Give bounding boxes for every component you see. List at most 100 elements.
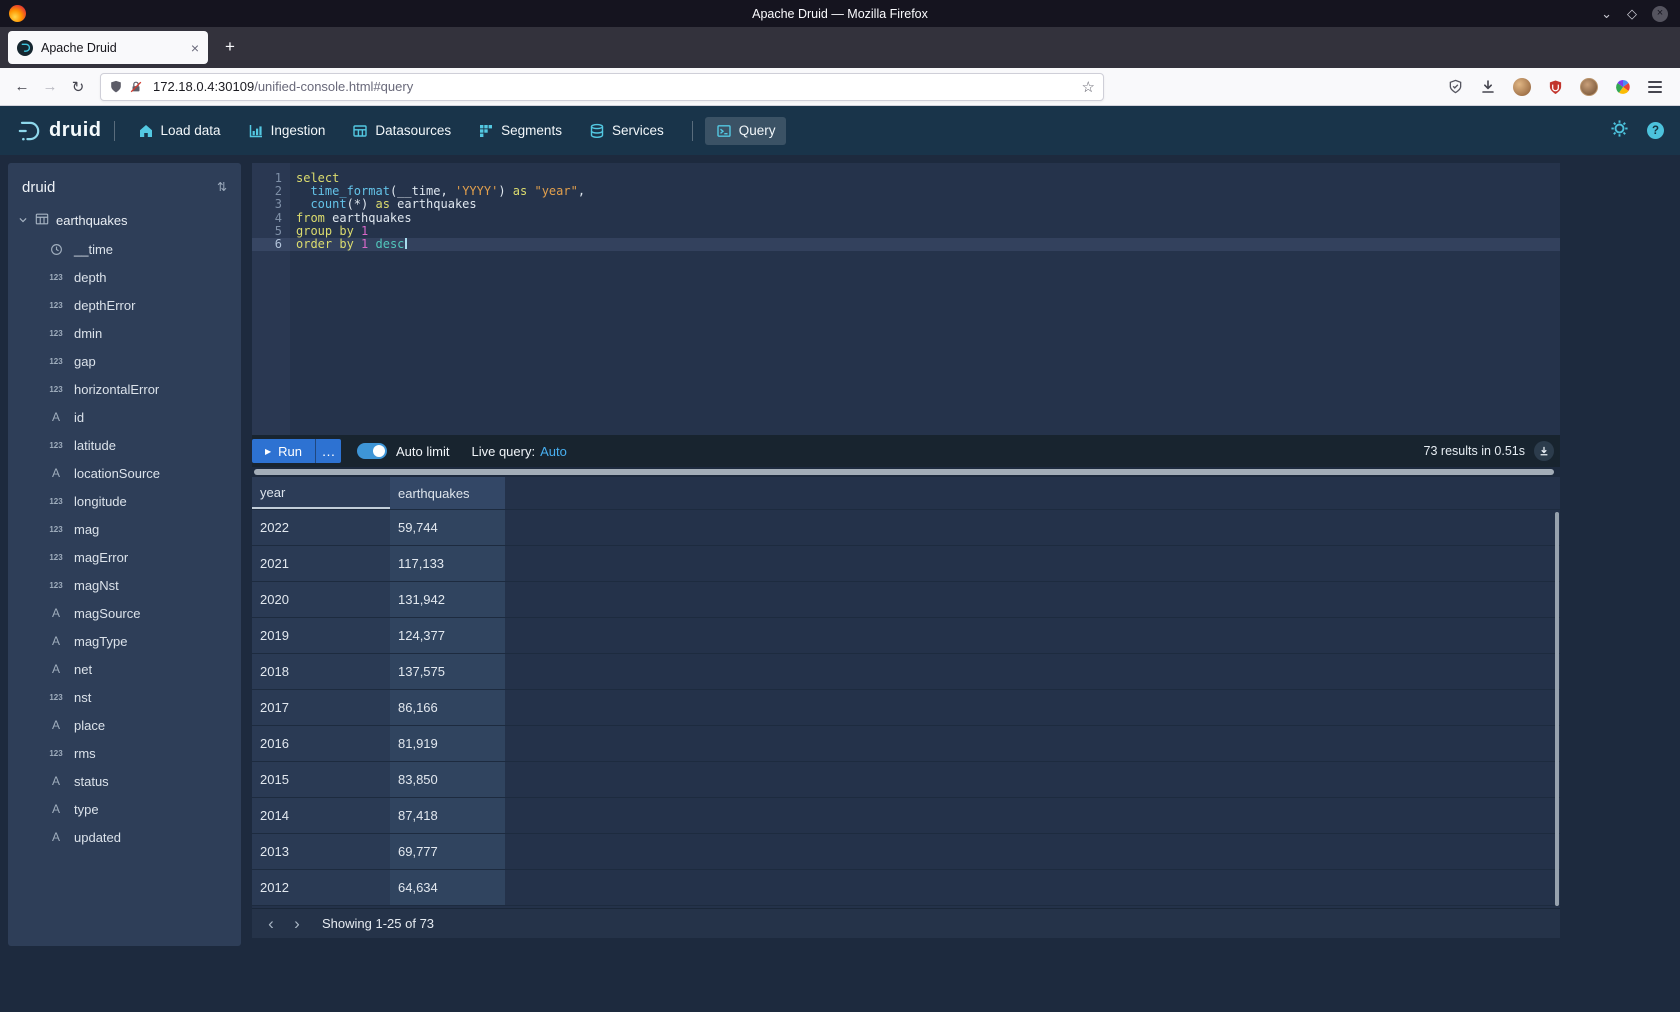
- column-item-gap[interactable]: 123gap: [8, 347, 241, 375]
- segments-icon: [478, 123, 494, 139]
- bookmark-star-icon[interactable]: ☆: [1082, 78, 1095, 96]
- cell-earthquakes[interactable]: 124,377: [390, 618, 505, 653]
- reload-button[interactable]: ↻: [64, 73, 92, 101]
- cell-year[interactable]: 2022: [252, 510, 390, 545]
- results-header: year earthquakes: [252, 477, 1560, 510]
- column-item-rms[interactable]: 123rms: [8, 739, 241, 767]
- window-close-button[interactable]: ×: [1652, 6, 1668, 22]
- horizontal-scrollbar-thumb[interactable]: [254, 469, 1554, 475]
- cell-earthquakes[interactable]: 131,942: [390, 582, 505, 617]
- nav-load-data[interactable]: Load data: [127, 117, 232, 145]
- tab-close-icon[interactable]: ×: [191, 40, 199, 56]
- column-item-locationSource[interactable]: AlocationSource: [8, 459, 241, 487]
- tab-apache-druid[interactable]: Apache Druid ×: [8, 31, 208, 64]
- cell-earthquakes[interactable]: 137,575: [390, 654, 505, 689]
- column-item-status[interactable]: Astatus: [8, 767, 241, 795]
- tracking-shield-icon[interactable]: [109, 79, 123, 94]
- column-header-earthquakes[interactable]: earthquakes: [390, 477, 505, 509]
- column-name: id: [74, 410, 84, 425]
- datasource-item-earthquakes[interactable]: earthquakes: [8, 205, 241, 235]
- shield-check-extension-icon[interactable]: [1448, 79, 1463, 94]
- download-results-icon[interactable]: [1534, 441, 1554, 461]
- code-line-5: group by 1: [290, 225, 1560, 238]
- settings-gear-icon[interactable]: [1610, 119, 1629, 143]
- downloads-icon[interactable]: [1480, 79, 1496, 95]
- cell-year[interactable]: 2020: [252, 582, 390, 617]
- ublock-shield-icon[interactable]: [1548, 79, 1563, 95]
- cell-year[interactable]: 2015: [252, 762, 390, 797]
- column-item-id[interactable]: Aid: [8, 403, 241, 431]
- nav-query[interactable]: Query: [705, 117, 787, 145]
- column-item-depth[interactable]: 123depth: [8, 263, 241, 291]
- druid-logo[interactable]: druid: [16, 118, 102, 144]
- column-item-updated[interactable]: Aupdated: [8, 823, 241, 851]
- cell-earthquakes[interactable]: 64,634: [390, 870, 505, 905]
- cell-earthquakes[interactable]: 86,166: [390, 690, 505, 725]
- help-icon[interactable]: ?: [1647, 122, 1664, 139]
- column-item-place[interactable]: Aplace: [8, 711, 241, 739]
- cell-year[interactable]: 2021: [252, 546, 390, 581]
- column-item-magNst[interactable]: 123magNst: [8, 571, 241, 599]
- pinwheel-extension-icon[interactable]: [1615, 79, 1631, 95]
- sort-columns-icon[interactable]: ⇅: [217, 180, 227, 194]
- column-item-nst[interactable]: 123nst: [8, 683, 241, 711]
- column-item-type[interactable]: Atype: [8, 795, 241, 823]
- cell-earthquakes[interactable]: 59,744: [390, 510, 505, 545]
- column-item-__time[interactable]: __time: [8, 235, 241, 263]
- auto-limit-toggle[interactable]: [357, 443, 387, 459]
- vertical-scrollbar[interactable]: [1555, 512, 1559, 906]
- window-minimize-button[interactable]: ⌄: [1601, 7, 1612, 20]
- column-item-longitude[interactable]: 123longitude: [8, 487, 241, 515]
- cell-year[interactable]: 2013: [252, 834, 390, 869]
- cell-earthquakes[interactable]: 83,850: [390, 762, 505, 797]
- next-page-button[interactable]: ›: [284, 913, 310, 935]
- column-header-year[interactable]: year: [252, 477, 390, 509]
- cell-year[interactable]: 2016: [252, 726, 390, 761]
- line-number: 2: [252, 185, 290, 198]
- extension-avatar-icon[interactable]: [1580, 78, 1598, 96]
- horizontal-scrollbar[interactable]: [252, 467, 1560, 477]
- column-item-magError[interactable]: 123magError: [8, 543, 241, 571]
- url-bar[interactable]: 172.18.0.4:30109/unified-console.html#qu…: [100, 73, 1104, 101]
- result-row-2015: 201583,850: [252, 762, 1560, 798]
- column-item-magType[interactable]: AmagType: [8, 627, 241, 655]
- column-item-net[interactable]: Anet: [8, 655, 241, 683]
- prev-page-button[interactable]: ‹: [258, 913, 284, 935]
- column-name: type: [74, 802, 99, 817]
- result-row-2021: 2021117,133: [252, 546, 1560, 582]
- cell-year[interactable]: 2017: [252, 690, 390, 725]
- cell-year[interactable]: 2012: [252, 870, 390, 905]
- insecure-lock-icon[interactable]: [129, 80, 143, 94]
- toggle-knob: [373, 445, 385, 457]
- nav-services[interactable]: Services: [578, 117, 675, 145]
- cell-year[interactable]: 2014: [252, 798, 390, 833]
- nav-ingestion[interactable]: Ingestion: [237, 117, 337, 145]
- back-button[interactable]: ←: [8, 73, 36, 101]
- cell-earthquakes[interactable]: 81,919: [390, 726, 505, 761]
- datasources-icon: [352, 123, 368, 139]
- window-maximize-button[interactable]: ◇: [1627, 7, 1637, 20]
- column-item-dmin[interactable]: 123dmin: [8, 319, 241, 347]
- nav-label: Datasources: [375, 123, 451, 138]
- column-item-mag[interactable]: 123mag: [8, 515, 241, 543]
- profile-avatar-icon[interactable]: [1513, 78, 1531, 96]
- cell-year[interactable]: 2018: [252, 654, 390, 689]
- forward-button[interactable]: →: [36, 73, 64, 101]
- druid-logo-text: druid: [49, 119, 102, 142]
- menu-icon[interactable]: [1648, 86, 1662, 88]
- live-query-value[interactable]: Auto: [540, 444, 567, 459]
- column-item-horizontalError[interactable]: 123horizontalError: [8, 375, 241, 403]
- query-editor[interactable]: 123456 select time_format(__time, 'YYYY'…: [252, 163, 1560, 435]
- column-item-magSource[interactable]: AmagSource: [8, 599, 241, 627]
- cell-earthquakes[interactable]: 87,418: [390, 798, 505, 833]
- run-more-button[interactable]: …: [315, 439, 341, 463]
- column-item-depthError[interactable]: 123depthError: [8, 291, 241, 319]
- new-tab-button[interactable]: +: [216, 33, 244, 61]
- cell-earthquakes[interactable]: 69,777: [390, 834, 505, 869]
- cell-year[interactable]: 2019: [252, 618, 390, 653]
- column-item-latitude[interactable]: 123latitude: [8, 431, 241, 459]
- run-button[interactable]: ▶ Run: [252, 439, 315, 463]
- cell-earthquakes[interactable]: 117,133: [390, 546, 505, 581]
- nav-segments[interactable]: Segments: [467, 117, 573, 145]
- nav-datasources[interactable]: Datasources: [341, 117, 462, 145]
